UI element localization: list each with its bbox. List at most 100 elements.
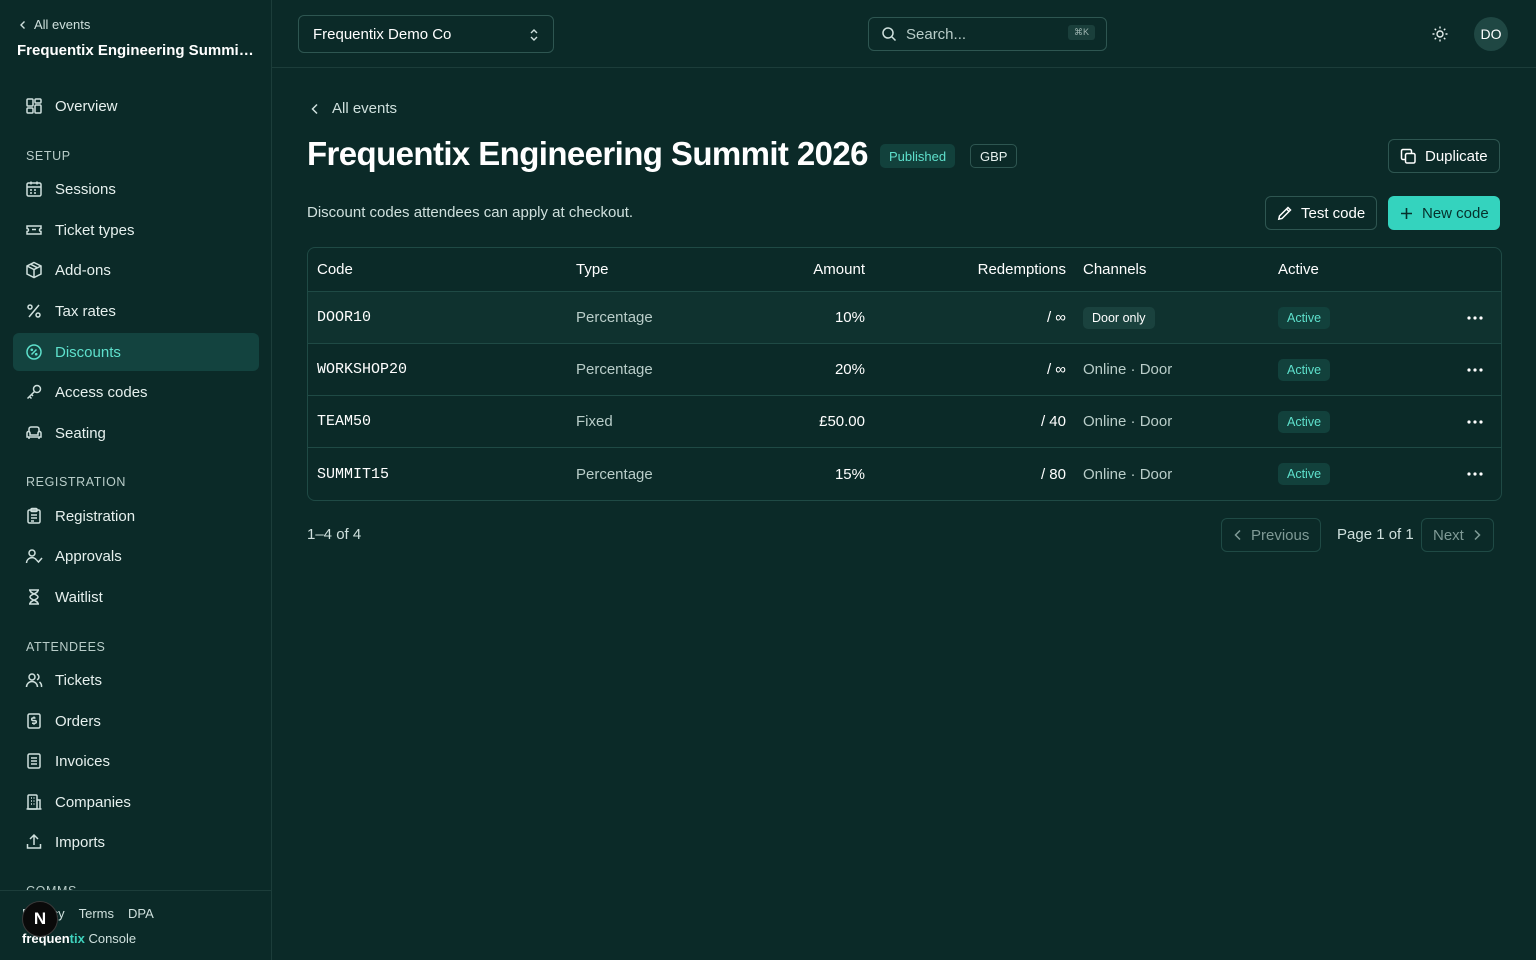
table-row[interactable]: DOOR10 Percentage 10% / ∞ Door only Acti… <box>308 292 1501 344</box>
sidebar-item-access-codes[interactable]: Access codes <box>13 373 259 411</box>
status-badge: Published <box>880 144 956 168</box>
sidebar-item-label: Access codes <box>55 383 148 401</box>
breadcrumb[interactable]: All events <box>310 100 397 117</box>
sidebar-item-label: Tax rates <box>55 302 116 320</box>
section-setup: SETUP <box>26 149 71 163</box>
upload-icon <box>26 833 42 849</box>
header-type[interactable]: Type <box>576 248 609 291</box>
chevron-left-icon <box>1234 529 1241 541</box>
organization-selector[interactable]: Frequentix Demo Co <box>298 15 554 53</box>
next-page-button[interactable]: Next <box>1421 518 1494 552</box>
sidebar-item-tax-rates[interactable]: Tax rates <box>13 292 259 330</box>
sidebar-item-label: Waitlist <box>55 588 103 606</box>
table-row[interactable]: SUMMIT15 Percentage 15% / 80 Online · Do… <box>308 448 1501 500</box>
header-redemptions[interactable]: Redemptions <box>978 248 1066 291</box>
calendar-icon <box>26 181 42 197</box>
cell-redemptions: / ∞ <box>1046 309 1066 326</box>
table-row[interactable]: WORKSHOP20 Percentage 20% / ∞ Online · D… <box>308 344 1501 396</box>
chevron-right-icon <box>1474 529 1481 541</box>
top-bar: Frequentix Demo Co Search... ⌘K DO <box>272 0 1536 68</box>
section-registration: REGISTRATION <box>26 475 127 489</box>
cell-type: Percentage <box>576 361 653 378</box>
pencil-icon <box>1277 206 1292 221</box>
sidebar-item-label: Invoices <box>55 752 111 770</box>
avatar[interactable]: DO <box>1474 17 1508 51</box>
back-to-events-link[interactable]: All events <box>18 17 90 32</box>
sidebar-item-registration[interactable]: Registration <box>13 497 259 535</box>
row-actions-button[interactable] <box>1465 448 1485 500</box>
header-code[interactable]: Code <box>317 248 353 291</box>
sidebar-item-ticket-types[interactable]: Ticket types <box>13 211 259 249</box>
row-actions-button[interactable] <box>1465 344 1485 395</box>
framework-badge[interactable]: N <box>22 901 58 937</box>
copy-icon <box>1400 148 1416 164</box>
users-icon <box>25 673 43 688</box>
sun-icon[interactable] <box>1431 25 1449 43</box>
cell-code: TEAM50 <box>317 413 372 430</box>
cell-amount: £50.00 <box>819 413 865 430</box>
result-count: 1–4 of 4 <box>307 526 362 543</box>
sidebar-item-label: Overview <box>55 97 118 115</box>
search-input[interactable]: Search... ⌘K <box>868 17 1107 51</box>
cell-redemptions: / 40 <box>1040 413 1066 430</box>
more-horizontal-icon <box>1467 419 1483 424</box>
test-code-button[interactable]: Test code <box>1265 196 1378 230</box>
sidebar-item-imports[interactable]: Imports <box>13 823 259 861</box>
sidebar-item-label: Sessions <box>55 180 116 198</box>
sidebar-item-companies[interactable]: Companies <box>13 783 259 821</box>
more-horizontal-icon <box>1467 472 1483 476</box>
cell-channels: Online · Door <box>1083 465 1173 483</box>
terms-link[interactable]: Terms <box>79 906 114 921</box>
document-icon <box>27 753 41 769</box>
sidebar-item-label: Companies <box>55 793 131 811</box>
user-check-icon <box>25 549 43 564</box>
sidebar-item-sessions[interactable]: Sessions <box>13 170 259 208</box>
header-amount[interactable]: Amount <box>813 248 865 291</box>
discount-badge-icon <box>26 344 42 360</box>
sidebar-item-overview[interactable]: Overview <box>13 87 259 125</box>
chevrons-up-down-icon <box>530 29 538 41</box>
sidebar-item-orders[interactable]: Orders <box>13 702 259 740</box>
sidebar-item-waitlist[interactable]: Waitlist <box>13 578 259 616</box>
table-row[interactable]: TEAM50 Fixed £50.00 / 40 Online · Door A… <box>308 396 1501 448</box>
sidebar-item-label: Add-ons <box>55 261 111 279</box>
dashboard-icon <box>26 98 42 114</box>
org-name: Frequentix Demo Co <box>313 25 452 43</box>
search-icon <box>882 27 897 42</box>
section-attendees: ATTENDEES <box>26 640 106 654</box>
main-content: All events Frequentix Engineering Summit… <box>272 68 1536 960</box>
sidebar-item-approvals[interactable]: Approvals <box>13 537 259 575</box>
sidebar-item-invoices[interactable]: Invoices <box>13 742 259 780</box>
sidebar-item-discounts[interactable]: Discounts <box>13 333 259 371</box>
cell-active: Active <box>1278 292 1331 343</box>
row-actions-button[interactable] <box>1465 292 1485 343</box>
page-indicator: Page 1 of 1 <box>1337 526 1414 543</box>
sidebar-item-add-ons[interactable]: Add-ons <box>13 251 259 289</box>
header-active[interactable]: Active <box>1278 248 1319 291</box>
chevron-left-icon <box>20 20 25 29</box>
duplicate-button[interactable]: Duplicate <box>1388 139 1500 173</box>
dpa-link[interactable]: DPA <box>128 906 154 921</box>
currency-badge: GBP <box>970 144 1018 168</box>
cell-amount: 10% <box>834 309 865 326</box>
cell-channels: Door only <box>1083 292 1155 343</box>
cell-code: DOOR10 <box>317 309 372 326</box>
more-horizontal-icon <box>1467 315 1483 320</box>
sidebar-item-label: Tickets <box>55 671 102 689</box>
percent-icon <box>27 304 41 318</box>
search-placeholder: Search... <box>906 25 967 43</box>
channel-badge: Door only <box>1083 306 1155 329</box>
hourglass-icon <box>29 589 39 605</box>
cell-active: Active <box>1278 396 1331 447</box>
building-icon <box>26 794 42 810</box>
sidebar-item-label: Imports <box>55 833 106 851</box>
row-actions-button[interactable] <box>1465 396 1485 447</box>
new-code-button[interactable]: New code <box>1388 196 1500 230</box>
header-channels[interactable]: Channels <box>1083 248 1146 291</box>
duplicate-label: Duplicate <box>1425 147 1488 165</box>
page-title: Frequentix Engineering Summit 2026 <box>307 135 869 172</box>
sidebar-item-tickets[interactable]: Tickets <box>13 661 259 699</box>
previous-page-button[interactable]: Previous <box>1221 518 1322 552</box>
armchair-icon <box>26 426 42 439</box>
sidebar-item-seating[interactable]: Seating <box>13 414 259 452</box>
